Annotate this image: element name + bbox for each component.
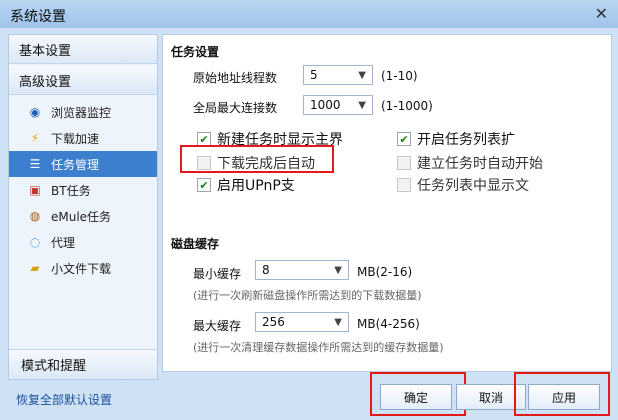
min-cache-unit: MB(2-16) — [357, 265, 413, 279]
folder-icon: ▰ — [30, 261, 40, 275]
title-bar: 系统设置 ✕ — [0, 0, 618, 28]
restore-defaults-link[interactable]: 恢复全部默认设置 — [16, 391, 112, 408]
sidebar-advanced-items: ◉ 浏览器监控 ⚡ 下载加速 ☰ 任务管理 ▣ BT任务 ◍ eMule任务 ◌… — [9, 95, 157, 285]
sidebar-mode-and-reminder[interactable]: 模式和提醒 — [9, 349, 157, 379]
settings-window: 系统设置 ✕ 基本设置 高级设置 ◉ 浏览器监控 ⚡ 下载加速 ☰ 任务管理 ▣… — [0, 0, 618, 420]
threads-label: 原始地址线程数 — [193, 71, 278, 85]
sidebar-item-label: 代理 — [51, 235, 76, 250]
sidebar-item-label: 任务管理 — [51, 157, 100, 172]
max-cache-unit: MB(4-256) — [357, 317, 420, 331]
checkbox-empty-icon — [397, 156, 411, 170]
task-icon: ☰ — [29, 157, 41, 171]
sidebar-item-label: 小文件下载 — [51, 261, 112, 276]
option-auto-start-on-create[interactable]: 建立任务时自动开始 — [397, 153, 557, 173]
globe-icon: ◉ — [29, 105, 41, 119]
sidebar-item-label: 浏览器监控 — [51, 105, 112, 120]
threads-select[interactable]: 5 ▼ — [303, 65, 373, 85]
max-cache-select[interactable]: 256 ▼ — [255, 312, 349, 332]
max-conn-select[interactable]: 1000 ▼ — [303, 95, 373, 115]
min-cache-hint: (进行一次刷新磁盘操作所需达到的下载数据量) — [193, 289, 422, 302]
sidebar-item-label: BT任务 — [51, 183, 91, 198]
checkbox-empty-icon — [397, 178, 411, 192]
sidebar-item-bt-task[interactable]: ▣ BT任务 — [9, 177, 157, 203]
chevron-down-icon: ▼ — [358, 100, 366, 111]
bottom-bar: 恢复全部默认设置 确定 取消 应用 — [0, 372, 618, 420]
option-label: 建立任务时自动开始 — [417, 156, 543, 172]
lightning-icon: ⚡ — [30, 131, 40, 145]
emule-icon: ◍ — [29, 209, 41, 223]
sidebar-item-small-file[interactable]: ▰ 小文件下载 — [9, 255, 157, 281]
highlight-box — [180, 145, 334, 173]
option-expand-task-list[interactable]: ✔ 开启任务列表扩 — [397, 129, 537, 149]
proxy-icon: ◌ — [29, 235, 41, 249]
threads-range: (1-10) — [381, 69, 418, 83]
min-cache-select[interactable]: 8 ▼ — [255, 260, 349, 280]
task-settings-title: 任务设置 — [171, 45, 220, 59]
close-icon[interactable]: ✕ — [595, 4, 608, 23]
disk-cache-title: 磁盘缓存 — [171, 237, 220, 251]
chevron-down-icon: ▼ — [358, 70, 366, 81]
sidebar-item-emule-task[interactable]: ◍ eMule任务 — [9, 203, 157, 229]
max-conn-label: 全局最大连接数 — [193, 101, 278, 115]
max-cache-hint: (进行一次清理缓存数据操作所需达到的缓存数据量) — [193, 341, 444, 354]
check-icon: ✔ — [197, 178, 211, 192]
sidebar-basic-settings[interactable]: 基本设置 — [9, 35, 157, 64]
sidebar-item-label: 下载加速 — [51, 131, 100, 146]
sidebar-item-download-accel[interactable]: ⚡ 下载加速 — [9, 125, 157, 151]
option-show-in-task-list[interactable]: 任务列表中显示文 — [397, 175, 547, 195]
sidebar-item-task-management[interactable]: ☰ 任务管理 — [9, 151, 157, 177]
bt-icon: ▣ — [29, 183, 41, 197]
check-icon: ✔ — [397, 132, 411, 146]
max-conn-range: (1-1000) — [381, 99, 433, 113]
window-title: 系统设置 — [10, 9, 66, 25]
sidebar-advanced-settings[interactable]: 高级设置 — [9, 66, 157, 95]
option-label: 开启任务列表扩 — [417, 132, 515, 148]
chevron-down-icon: ▼ — [334, 265, 342, 276]
settings-panel: 任务设置 原始地址线程数 5 ▼ (1-10) 全局最大连接数 1000 ▼ (… — [162, 34, 612, 372]
check-icon: ✔ — [197, 132, 211, 146]
sidebar: 基本设置 高级设置 ◉ 浏览器监控 ⚡ 下载加速 ☰ 任务管理 ▣ BT任务 ◍… — [8, 34, 158, 380]
option-enable-upnp[interactable]: ✔ 启用UPnP支 — [197, 175, 325, 195]
sidebar-item-label: eMule任务 — [51, 209, 112, 224]
option-label: 启用UPnP支 — [217, 178, 295, 194]
min-cache-value: 8 — [262, 263, 270, 277]
max-cache-value: 256 — [262, 315, 285, 329]
max-conn-value: 1000 — [310, 98, 341, 112]
sidebar-item-proxy[interactable]: ◌ 代理 — [9, 229, 157, 255]
sidebar-item-browser-monitor[interactable]: ◉ 浏览器监控 — [9, 99, 157, 125]
option-label: 任务列表中显示文 — [417, 178, 529, 194]
chevron-down-icon: ▼ — [334, 317, 342, 328]
threads-value: 5 — [310, 68, 318, 82]
min-cache-label: 最小缓存 — [193, 267, 242, 281]
max-cache-label: 最大缓存 — [193, 319, 242, 333]
apply-button[interactable]: 应用 — [528, 384, 600, 410]
ok-button[interactable]: 确定 — [380, 384, 452, 410]
